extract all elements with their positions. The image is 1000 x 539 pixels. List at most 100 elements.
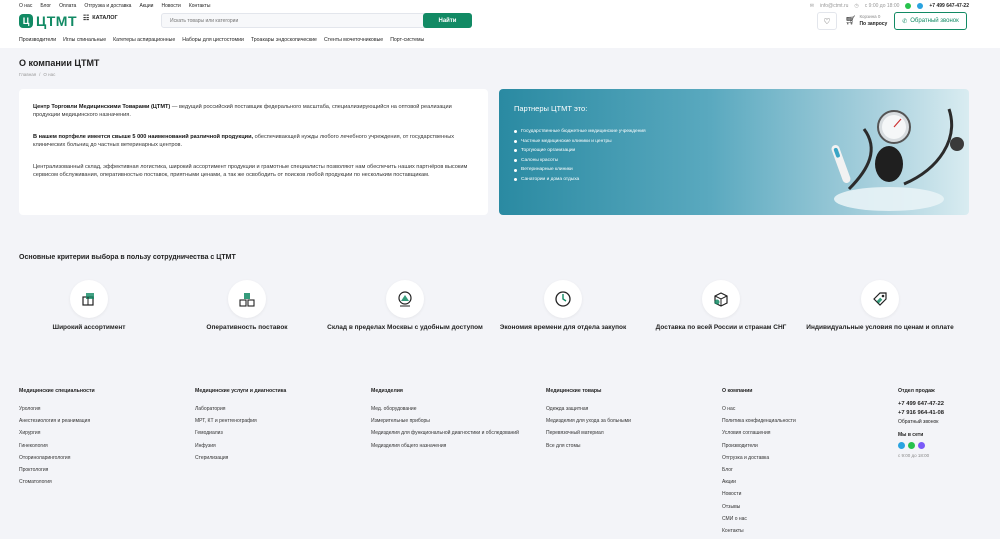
footer-link[interactable]: Гемодиализ bbox=[195, 427, 286, 439]
top-nav-payment[interactable]: Оплата bbox=[59, 3, 76, 9]
top-nav-promos[interactable]: Акции bbox=[139, 3, 153, 9]
footer-callback-link[interactable]: Обратный звонок bbox=[898, 417, 944, 427]
telegram-icon[interactable] bbox=[898, 442, 905, 449]
footer-link[interactable]: Медизделия для ухода за больными bbox=[546, 415, 631, 427]
cat-nav-port-systems[interactable]: Порт-системы bbox=[390, 37, 424, 43]
footer-col-devices: Медизделия Мед. оборудование Измерительн… bbox=[371, 388, 519, 452]
criterion-moscow-warehouse: Склад в пределах Москвы с удобным доступ… bbox=[320, 280, 490, 332]
footer-link[interactable]: Хирургия bbox=[19, 427, 95, 439]
partners-title: Партнеры ЦТМТ это: bbox=[514, 104, 588, 113]
top-nav-shipping[interactable]: Отгрузка и доставка bbox=[84, 3, 131, 9]
whatsapp-icon[interactable] bbox=[908, 442, 915, 449]
top-nav-about[interactable]: О нас bbox=[19, 3, 32, 9]
footer-link[interactable]: Отзывы bbox=[722, 501, 796, 513]
footer-link[interactable]: Урология bbox=[19, 403, 95, 415]
footer-link[interactable]: Лаборатория bbox=[195, 403, 286, 415]
footer-col-title: Медизделия bbox=[371, 388, 403, 394]
top-nav-contacts[interactable]: Контакты bbox=[189, 3, 211, 9]
site-header: О нас Блог Оплата Отгрузка и доставка Ак… bbox=[0, 0, 1000, 48]
logo-text: ЦТМТ bbox=[36, 13, 77, 29]
about-paragraph-2: В нашем портфеле имеется свыше 5 000 наи… bbox=[33, 133, 474, 149]
footer-hours: с 9:00 до 18:00 bbox=[898, 453, 930, 458]
breadcrumb-current: О нас bbox=[43, 72, 56, 77]
footer-col-goods: Медицинские товары Одежда защитная Медиз… bbox=[546, 388, 631, 452]
breadcrumb-home[interactable]: Главная bbox=[19, 72, 36, 77]
footer-link[interactable]: Политика конфиденциальности bbox=[722, 415, 796, 427]
criterion-label: Склад в пределах Москвы с удобным доступ… bbox=[327, 324, 483, 331]
cat-nav-spinal-needles[interactable]: Иглы спинальные bbox=[63, 37, 106, 43]
favorites-button[interactable]: ♡ bbox=[817, 12, 837, 30]
footer-link[interactable]: О нас bbox=[722, 403, 796, 415]
footer-link[interactable]: Все для стомы bbox=[546, 440, 631, 452]
cart-button[interactable]: 🛒︎ Корзина 0 По запросу bbox=[845, 13, 887, 28]
cart-label: По запросу bbox=[859, 21, 888, 27]
sales-title: Отдел продаж bbox=[898, 388, 935, 394]
map-pin-icon bbox=[386, 280, 424, 318]
footer-link[interactable]: Анестезиология и реанимация bbox=[19, 415, 95, 427]
about-paragraph-1: Центр Торговли Медицинскими Товарами (ЦТ… bbox=[33, 103, 474, 119]
whatsapp-icon[interactable] bbox=[905, 3, 912, 9]
footer-link[interactable]: Оториноларингология bbox=[19, 452, 95, 464]
footer-link[interactable]: Стоматология bbox=[19, 476, 95, 488]
top-nav-blog[interactable]: Блог bbox=[40, 3, 51, 9]
footer-link[interactable]: Проктология bbox=[19, 464, 95, 476]
telegram-icon[interactable] bbox=[917, 3, 924, 9]
footer-link[interactable]: Инфузия bbox=[195, 440, 286, 452]
about-p2-bold: В нашем портфеле имеется свыше 5 000 наи… bbox=[33, 134, 254, 140]
catalog-button[interactable]: ☷ КАТАЛОГ bbox=[83, 14, 118, 22]
footer-link[interactable]: Производители bbox=[722, 440, 796, 452]
footer-col-title: Медицинские услуги и диагностика bbox=[195, 388, 287, 394]
footer-link[interactable]: Перевязочный материал bbox=[546, 427, 631, 439]
top-contacts: ✉ info@ctmt.ru ◷ с 9:00 до 18:00 +7 499 … bbox=[810, 3, 969, 9]
cat-nav-manufacturers[interactable]: Производители bbox=[19, 37, 56, 43]
footer-link[interactable]: СМИ о нас bbox=[722, 513, 796, 525]
footer-link[interactable]: Отгрузка и доставка bbox=[722, 452, 796, 464]
footer-col-title: Медицинские специальности bbox=[19, 388, 95, 394]
about-paragraph-3: Централизованный склад, эффективная логи… bbox=[33, 164, 468, 178]
breadcrumb: Главная / О нас bbox=[19, 72, 55, 77]
cart-icon: 🛒︎ bbox=[845, 15, 857, 25]
catalog-label: КАТАЛОГ bbox=[92, 15, 118, 21]
cat-nav-stents[interactable]: Стенты мочеточниковые bbox=[324, 37, 383, 43]
clock-icon bbox=[544, 280, 582, 318]
footer-link[interactable]: Стерилизация bbox=[195, 452, 286, 464]
parcel-icon bbox=[702, 280, 740, 318]
criteria-title: Основные критерии выбора в пользу сотруд… bbox=[19, 254, 236, 261]
about-p1-bold: Центр Торговли Медицинскими Товарами (ЦТ… bbox=[33, 104, 171, 110]
footer-link[interactable]: Одежда защитная bbox=[546, 403, 631, 415]
work-hours: с 9:00 до 18:00 bbox=[864, 3, 900, 9]
footer-link[interactable]: Гинекология bbox=[19, 440, 95, 452]
sales-phone-1[interactable]: +7 499 647-47-22 bbox=[898, 400, 944, 409]
viber-icon[interactable] bbox=[918, 442, 925, 449]
footer-link[interactable]: Измерительные приборы bbox=[371, 415, 519, 427]
footer-link[interactable]: Условия соглашения bbox=[722, 427, 796, 439]
cat-nav-aspiration-catheters[interactable]: Катетеры аспирационные bbox=[113, 37, 175, 43]
footer-col-specialties: Медицинские специальности Урология Анест… bbox=[19, 388, 95, 488]
category-nav: Производители Иглы спинальные Катетеры а… bbox=[19, 37, 424, 43]
tonometer-illustration bbox=[831, 108, 964, 211]
boxes-icon bbox=[70, 280, 108, 318]
header-phone[interactable]: +7 499 647-47-22 bbox=[929, 3, 969, 9]
footer-link[interactable]: Медизделия для функциональной диагностик… bbox=[371, 427, 519, 439]
footer-link[interactable]: Акции bbox=[722, 476, 796, 488]
criterion-label: Доставка по всей России и странам СНГ bbox=[655, 324, 787, 331]
footer-link[interactable]: МРТ, КТ и рентгенография bbox=[195, 415, 286, 427]
search-input[interactable] bbox=[162, 14, 412, 27]
search-button[interactable]: Найти bbox=[423, 13, 472, 28]
top-nav-news[interactable]: Новости bbox=[161, 3, 180, 9]
logo[interactable]: Ц ЦТМТ bbox=[19, 13, 77, 29]
footer-link[interactable]: Блог bbox=[722, 464, 796, 476]
footer-link[interactable]: Медизделия общего назначения bbox=[371, 440, 519, 452]
sales-phone-2[interactable]: +7 916 964-41-08 bbox=[898, 409, 944, 418]
heart-icon: ♡ bbox=[823, 16, 831, 26]
cat-nav-trocars[interactable]: Троакары эндоскопические bbox=[251, 37, 317, 43]
partners-item: Санатории и дома отдыха bbox=[514, 175, 646, 185]
callback-button[interactable]: ✆ Обратный звонок bbox=[894, 12, 967, 30]
site-footer: Медицинские специальности Урология Анест… bbox=[0, 380, 1000, 539]
footer-link[interactable]: Контакты bbox=[722, 525, 796, 537]
footer-link[interactable]: Новости bbox=[722, 488, 796, 500]
cat-nav-cystostomy-kits[interactable]: Наборы для цистостомии bbox=[182, 37, 244, 43]
footer-link[interactable]: Мед. оборудование bbox=[371, 403, 519, 415]
email-link[interactable]: info@ctmt.ru bbox=[820, 3, 848, 9]
breadcrumb-separator: / bbox=[39, 72, 41, 77]
